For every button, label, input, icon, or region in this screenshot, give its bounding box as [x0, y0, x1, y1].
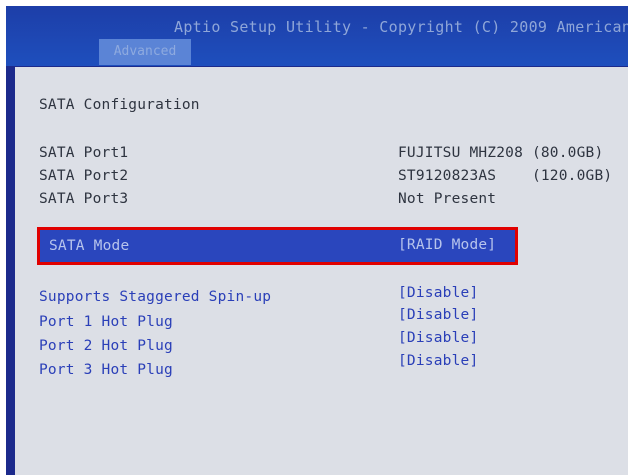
- sata-mode-label: SATA Mode: [49, 238, 130, 254]
- port1-hotplug-value[interactable]: [Disable]: [398, 307, 478, 323]
- tab-advanced[interactable]: Advanced: [99, 39, 191, 65]
- sata-mode-row[interactable]: SATA Mode [RAID Mode]: [37, 227, 518, 265]
- port-label-1: SATA Port1: [39, 145, 129, 161]
- photo-frame: Aptio Setup Utility - Copyright (C) 2009…: [0, 0, 628, 475]
- port-label-2: SATA Port2: [39, 168, 129, 184]
- settings-panel: SATA Configuration SATA Port1 FUJITSU MH…: [15, 67, 628, 475]
- staggered-spinup-label[interactable]: Supports Staggered Spin-up: [39, 289, 271, 305]
- port3-hotplug-value[interactable]: [Disable]: [398, 353, 478, 369]
- port3-hotplug-label[interactable]: Port 3 Hot Plug: [39, 362, 173, 378]
- port2-hotplug-label[interactable]: Port 2 Hot Plug: [39, 338, 173, 354]
- header-bar: Aptio Setup Utility - Copyright (C) 2009…: [6, 6, 628, 66]
- port2-hotplug-value[interactable]: [Disable]: [398, 330, 478, 346]
- port-value-1: FUJITSU MHZ208 (80.0GB): [398, 145, 604, 161]
- staggered-spinup-value[interactable]: [Disable]: [398, 285, 478, 301]
- bios-screen: Aptio Setup Utility - Copyright (C) 2009…: [6, 6, 628, 475]
- port-value-2: ST9120823AS (120.0GB): [398, 168, 613, 184]
- port1-hotplug-label[interactable]: Port 1 Hot Plug: [39, 314, 173, 330]
- section-title: SATA Configuration: [39, 97, 200, 113]
- sata-mode-value[interactable]: [RAID Mode]: [398, 237, 496, 253]
- port-label-3: SATA Port3: [39, 191, 129, 207]
- port-value-3: Not Present: [398, 191, 497, 207]
- utility-title: Aptio Setup Utility - Copyright (C) 2009…: [174, 18, 628, 36]
